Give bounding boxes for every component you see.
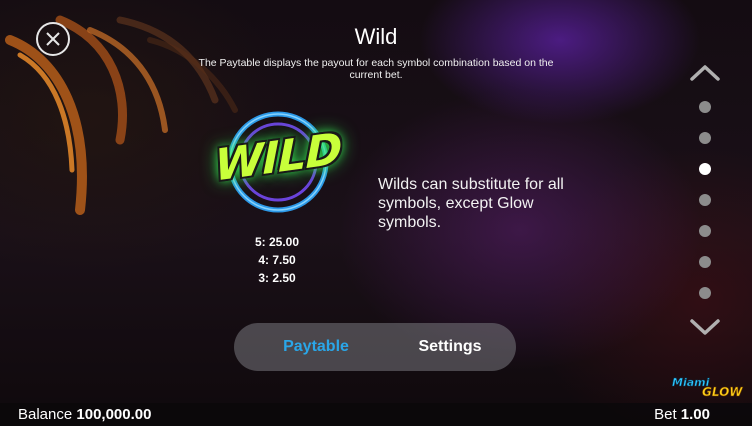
payout-4: 4: 7.50	[258, 253, 296, 267]
bet-display: Bet 1.00	[654, 406, 710, 423]
game-logo: Miami GLOW	[668, 374, 748, 400]
page-dot-4[interactable]	[699, 194, 711, 206]
page-dot-1[interactable]	[699, 101, 711, 113]
page-subtitle: The Paytable displays the payout for eac…	[198, 57, 554, 81]
svg-text:GLOW: GLOW	[702, 385, 743, 399]
bet-label: Bet	[654, 406, 677, 423]
tab-bar: Paytable Settings	[234, 323, 516, 371]
bet-value: 1.00	[680, 406, 710, 423]
status-bar: Balance 100,000.00 Bet 1.00	[0, 403, 752, 426]
page-dot-7[interactable]	[699, 287, 711, 299]
payout-list: 5: 25.00 4: 7.50 3: 2.50	[232, 233, 322, 287]
page-dot-2[interactable]	[699, 132, 711, 144]
page-down-button[interactable]	[689, 318, 721, 336]
payout-3: 3: 2.50	[258, 271, 296, 285]
balance-label: Balance	[18, 406, 73, 423]
balance-value: 100,000.00	[76, 406, 152, 423]
page-dot-6[interactable]	[699, 256, 711, 268]
wild-symbol-image: WILD	[198, 110, 358, 220]
payout-5: 5: 25.00	[254, 235, 300, 249]
page-title: Wild	[354, 24, 398, 49]
chevron-down-icon	[690, 319, 720, 335]
tab-paytable[interactable]: Paytable	[252, 323, 380, 371]
page-dot-3[interactable]	[699, 163, 711, 175]
balance-display: Balance 100,000.00	[18, 406, 151, 423]
chevron-up-icon	[690, 65, 720, 81]
symbol-description: Wilds can substitute for all symbols, ex…	[378, 176, 564, 231]
tab-settings[interactable]: Settings	[384, 323, 516, 371]
page-dot-5[interactable]	[699, 225, 711, 237]
page-up-button[interactable]	[689, 64, 721, 82]
